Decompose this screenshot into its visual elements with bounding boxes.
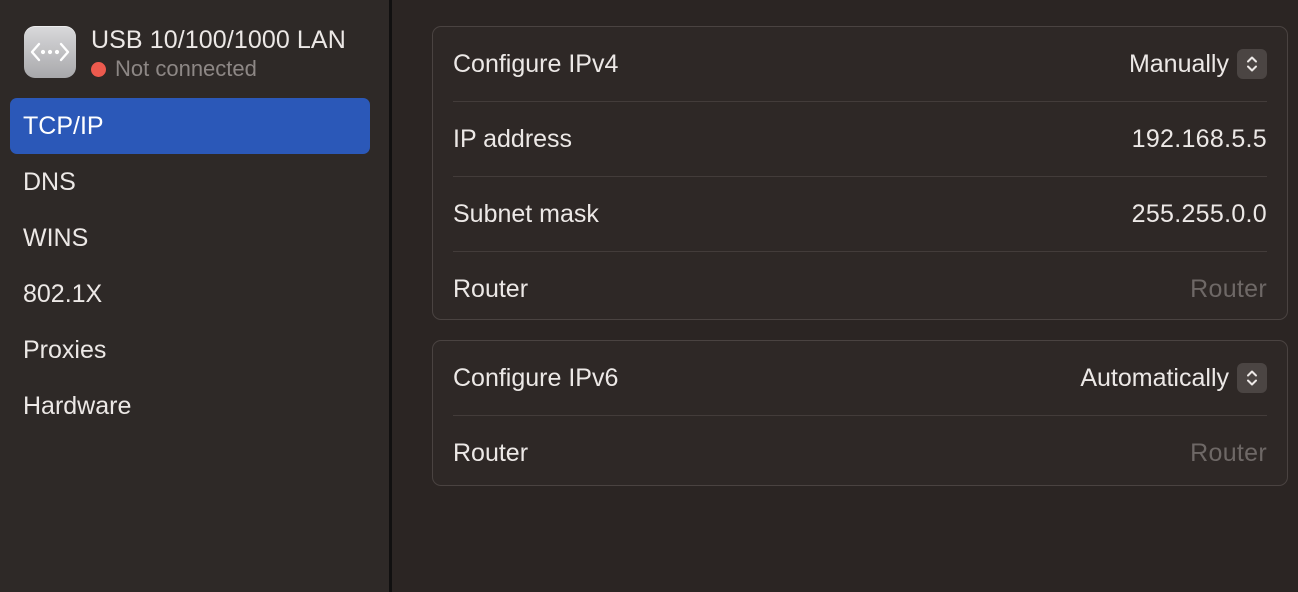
ipv6-router-label: Router xyxy=(453,438,529,467)
ip-address-row: IP address 192.168.5.5 xyxy=(453,101,1267,176)
subnet-mask-label: Subnet mask xyxy=(453,199,599,228)
ipv4-group: Configure IPv4 Manually IP address 192.1… xyxy=(432,26,1288,320)
chevron-updown-icon[interactable] xyxy=(1237,49,1267,79)
sidebar-item-8021x[interactable]: 802.1X xyxy=(10,266,370,322)
subnet-mask-row: Subnet mask 255.255.0.0 xyxy=(453,176,1267,251)
configure-ipv6-value[interactable]: Automatically xyxy=(1080,364,1229,393)
configure-ipv4-popup[interactable]: Manually xyxy=(1129,49,1267,79)
configure-ipv6-row: Configure IPv6 Automatically xyxy=(453,341,1267,415)
interface-status: Not connected xyxy=(91,56,346,82)
interface-header: USB 10/100/1000 LAN Not connected xyxy=(24,26,346,82)
configure-ipv4-label: Configure IPv4 xyxy=(453,49,619,78)
status-text: Not connected xyxy=(115,56,257,81)
configure-ipv6-label: Configure IPv6 xyxy=(453,363,619,392)
ethernet-arrows-icon xyxy=(24,26,76,78)
chevron-updown-icon[interactable] xyxy=(1237,363,1267,393)
ipv6-group: Configure IPv6 Automatically Router Rout… xyxy=(432,340,1288,486)
interface-name: USB 10/100/1000 LAN xyxy=(91,26,346,54)
status-dot-icon xyxy=(91,61,106,77)
configure-ipv6-popup[interactable]: Automatically xyxy=(1080,363,1267,393)
sidebar-item-dns[interactable]: DNS xyxy=(10,154,370,210)
sidebar-item-tcpip[interactable]: TCP/IP xyxy=(10,98,370,154)
network-settings-window: USB 10/100/1000 LAN Not connected TCP/IP… xyxy=(0,0,1298,592)
sidebar: USB 10/100/1000 LAN Not connected TCP/IP… xyxy=(0,0,389,592)
ipv6-router-row: Router Router xyxy=(453,415,1267,490)
sidebar-nav: TCP/IP DNS WINS 802.1X Proxies Hardware xyxy=(10,98,370,434)
sidebar-item-hardware[interactable]: Hardware xyxy=(10,378,370,434)
ipv6-router-field[interactable]: Router xyxy=(1190,439,1267,468)
sidebar-item-wins[interactable]: WINS xyxy=(10,210,370,266)
subnet-mask-field[interactable]: 255.255.0.0 xyxy=(1132,200,1267,229)
ip-address-field[interactable]: 192.168.5.5 xyxy=(1132,125,1267,154)
tcpip-pane: Configure IPv4 Manually IP address 192.1… xyxy=(392,0,1298,592)
configure-ipv4-row: Configure IPv4 Manually xyxy=(453,27,1267,101)
sidebar-item-proxies[interactable]: Proxies xyxy=(10,322,370,378)
configure-ipv4-value[interactable]: Manually xyxy=(1129,50,1229,79)
ip-address-label: IP address xyxy=(453,124,573,153)
ipv4-router-row: Router Router xyxy=(453,251,1267,326)
ipv4-router-field[interactable]: Router xyxy=(1190,275,1267,304)
ipv4-router-label: Router xyxy=(453,274,529,303)
